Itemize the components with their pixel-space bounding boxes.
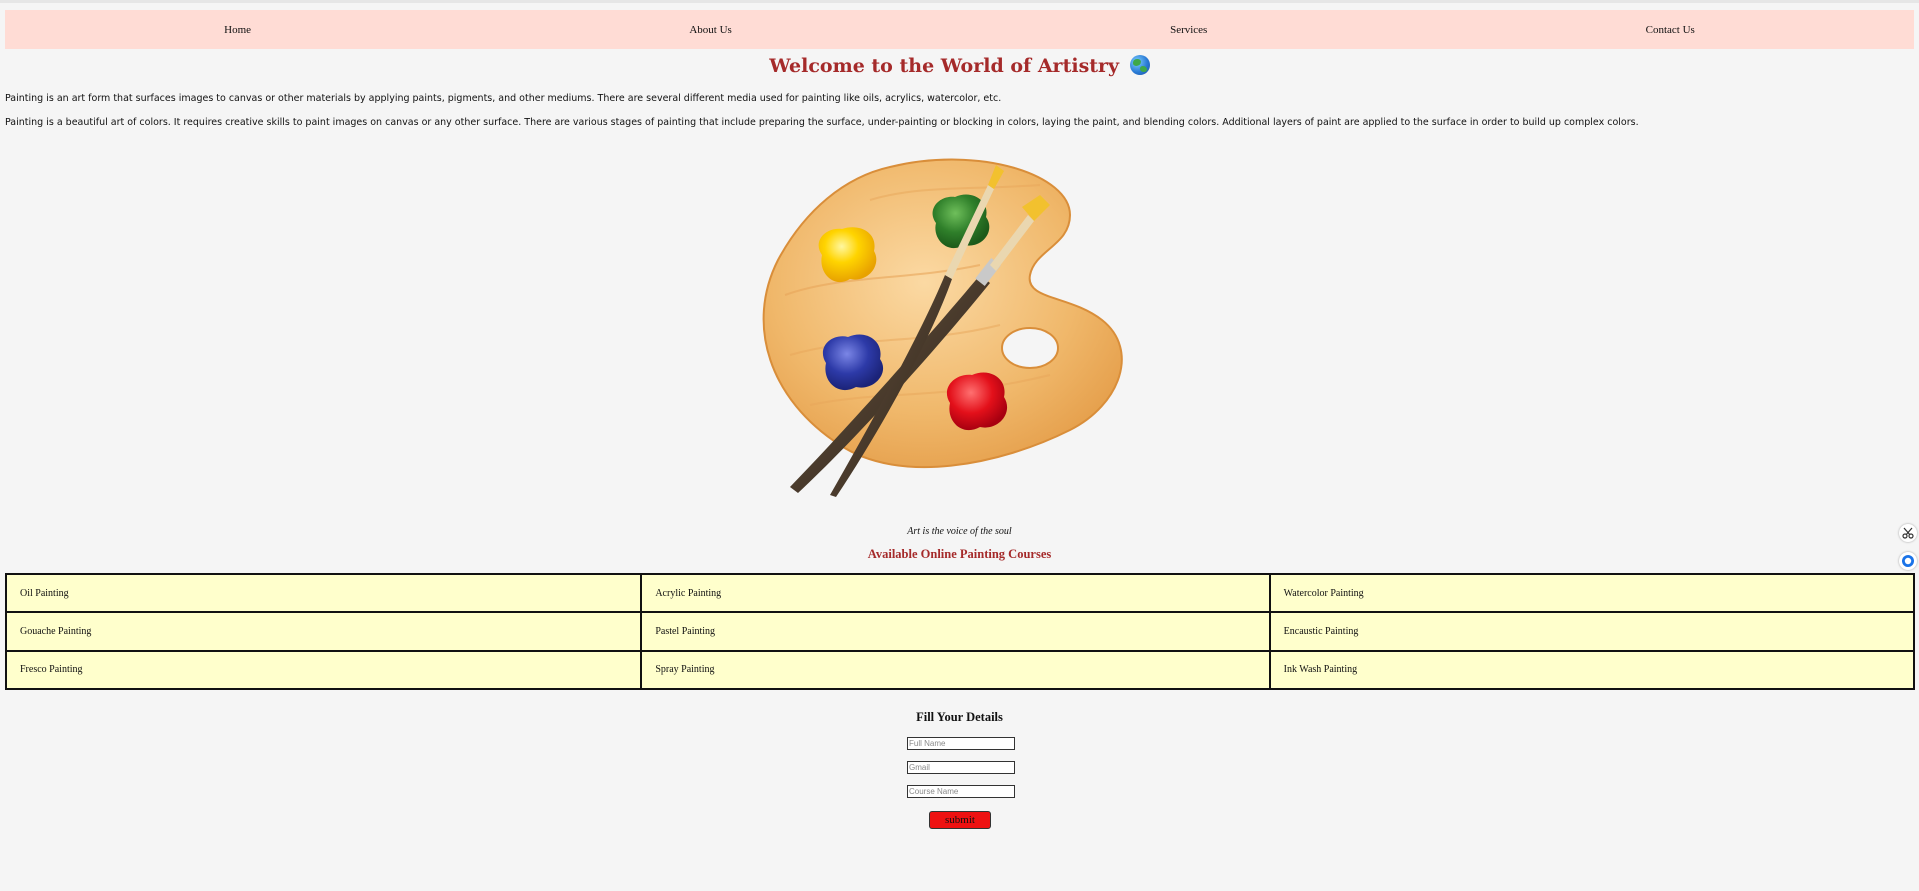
page-title-text: Welcome to the World of Artistry xyxy=(769,55,1120,77)
image-caption: Art is the voice of the soul xyxy=(907,526,1012,537)
full-name-input[interactable] xyxy=(907,737,1015,750)
table-row: Oil Painting Acrylic Painting Watercolor… xyxy=(4,572,1916,614)
gmail-input[interactable] xyxy=(907,761,1015,774)
table-row: Fresco Painting Spray Painting Ink Wash … xyxy=(4,649,1916,691)
nav-home-link[interactable]: Home xyxy=(224,24,251,36)
courses-heading: Available Online Painting Courses xyxy=(867,547,1052,561)
chat-tool-button[interactable] xyxy=(1899,552,1917,570)
scissors-icon xyxy=(1902,527,1914,539)
course-name-input[interactable] xyxy=(907,785,1015,798)
form-title: Fill Your Details xyxy=(916,710,1003,724)
course-cell: Watercolor Painting xyxy=(1268,572,1916,614)
browser-top-border xyxy=(0,0,1919,3)
globe-icon xyxy=(1129,55,1150,75)
yellow-paint xyxy=(818,227,877,283)
intro-paragraph: Painting is an art form that surfaces im… xyxy=(5,93,1002,104)
palette-image xyxy=(750,155,1170,500)
course-cell: Encaustic Painting xyxy=(1268,611,1916,652)
page-title: Welcome to the World of Artistry xyxy=(0,55,1919,77)
scissors-tool-button[interactable] xyxy=(1899,524,1917,542)
course-cell: Oil Painting xyxy=(4,572,643,614)
course-cell: Gouache Painting xyxy=(4,611,643,652)
course-cell: Acrylic Painting xyxy=(640,572,1271,614)
course-cell: Pastel Painting xyxy=(640,611,1271,652)
course-cell: Spray Painting xyxy=(640,649,1271,691)
courses-table: Oil Painting Acrylic Painting Watercolor… xyxy=(4,572,1916,691)
nav-services-link[interactable]: Services xyxy=(1170,24,1207,36)
red-paint xyxy=(946,372,1008,431)
blue-paint xyxy=(822,334,884,391)
nav-about-link[interactable]: About Us xyxy=(689,24,731,36)
table-row: Gouache Painting Pastel Painting Encaust… xyxy=(4,611,1916,652)
submit-button[interactable]: submit xyxy=(929,811,991,829)
course-cell: Fresco Painting xyxy=(4,649,643,691)
chat-icon xyxy=(1902,555,1914,567)
detail-paragraph: Painting is a beautiful art of colors. I… xyxy=(5,117,1639,128)
nav-contact-link[interactable]: Contact Us xyxy=(1646,24,1695,36)
navbar: Home About Us Services Contact Us xyxy=(5,10,1914,49)
course-cell: Ink Wash Painting xyxy=(1268,649,1916,691)
